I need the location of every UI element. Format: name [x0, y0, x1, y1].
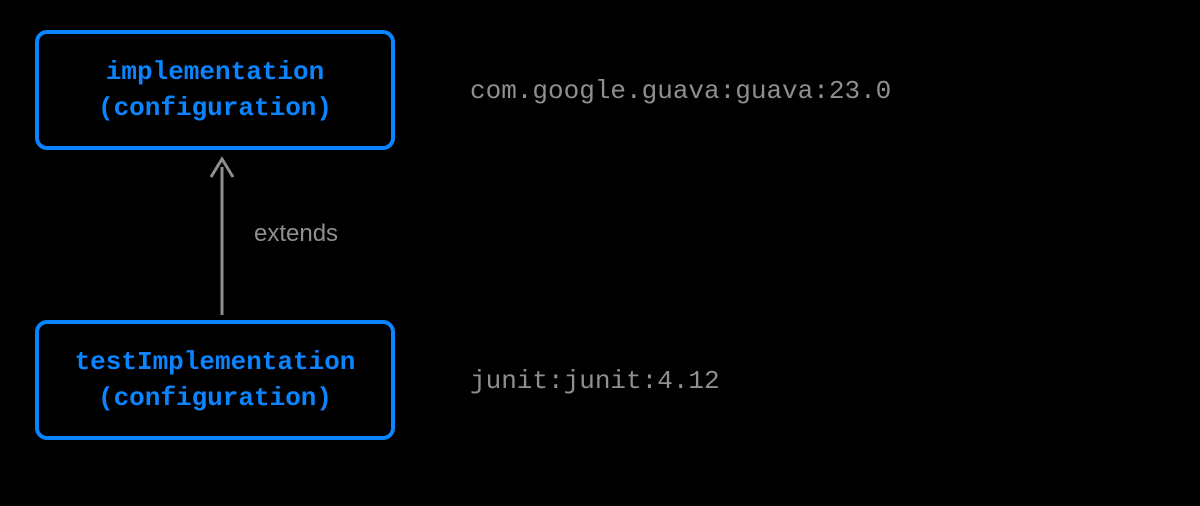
testimplementation-config-box: testImplementation (configuration)	[35, 320, 395, 440]
testimplementation-name: testImplementation	[75, 344, 356, 380]
implementation-type: (configuration)	[98, 90, 332, 126]
extends-arrow	[207, 155, 237, 315]
guava-dependency-label: com.google.guava:guava:23.0	[470, 76, 891, 106]
junit-dependency-label: junit:junit:4.12	[470, 366, 720, 396]
arrow-up-icon	[207, 155, 237, 315]
implementation-config-box: implementation (configuration)	[35, 30, 395, 150]
testimplementation-type: (configuration)	[98, 380, 332, 416]
extends-label: extends	[254, 220, 338, 248]
diagram-container: implementation (configuration) com.googl…	[0, 0, 1200, 506]
implementation-name: implementation	[106, 54, 324, 90]
